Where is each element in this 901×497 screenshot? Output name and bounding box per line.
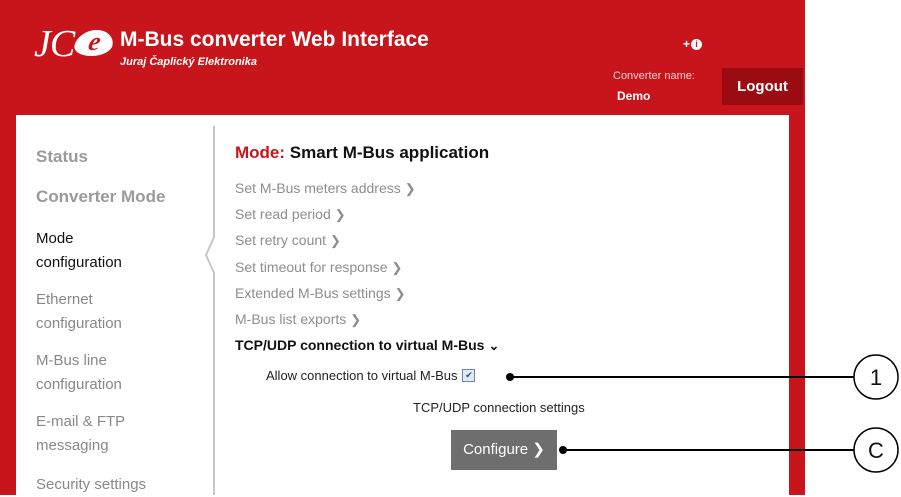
callout-marker-1: [853, 354, 899, 400]
chevron-right-icon: ❯: [532, 441, 545, 458]
chevron-down-icon: ⌄: [488, 338, 500, 353]
chevron-right-icon: ❯: [350, 312, 362, 327]
configure-button[interactable]: Configure ❯: [451, 430, 557, 470]
company-name: Juraj Čaplický Elektronika: [120, 56, 257, 68]
sidebar-item-mode-configuration[interactable]: Mode configuration: [36, 227, 122, 275]
content-panel: Status Converter Mode Mode configuration…: [16, 115, 789, 495]
section-tcp-udp-virtual-mbus[interactable]: TCP/UDP connection to virtual M-Bus ⌄: [235, 337, 499, 354]
chevron-right-icon: ❯: [334, 207, 346, 222]
main-panel: Mode: Smart M-Bus application Set M-Bus …: [235, 115, 775, 495]
logout-button[interactable]: Logout: [722, 68, 803, 105]
converter-name-label: Converter name:: [613, 70, 695, 82]
header: JC e M-Bus converter Web Interface Juraj …: [0, 0, 805, 115]
callout-label-c: C: [868, 438, 884, 463]
allow-connection-row: Allow connection to virtual M-Bus ✔: [266, 368, 476, 383]
sidebar-item-email-ftp-messaging[interactable]: E-mail & FTP messaging: [36, 410, 125, 458]
sidebar-item-mbus-line-configuration[interactable]: M-Bus line configuration: [36, 349, 122, 397]
app-title: M-Bus converter Web Interface: [120, 28, 429, 51]
chevron-right-icon: ❯: [394, 286, 406, 301]
sidebar-item-label: messaging: [36, 437, 109, 454]
sidebar-item-converter-mode[interactable]: Converter Mode: [36, 185, 165, 209]
sidebar: Status Converter Mode Mode configuration…: [16, 115, 214, 495]
active-item-notch: [204, 235, 220, 275]
link-set-retry-count[interactable]: Set retry count ❯: [235, 232, 341, 249]
allow-connection-checkbox[interactable]: ✔: [462, 369, 476, 382]
chevron-right-icon: ❯: [404, 181, 416, 196]
link-set-timeout[interactable]: Set timeout for response ❯: [235, 259, 402, 276]
callout-label-1: 1: [870, 365, 882, 390]
link-set-mbus-meters-address[interactable]: Set M-Bus meters address ❯: [235, 180, 416, 197]
info-icon[interactable]: + i: [683, 37, 703, 51]
link-extended-mbus-settings[interactable]: Extended M-Bus settings ❯: [235, 285, 406, 302]
tcp-udp-settings-label: TCP/UDP connection settings: [413, 400, 585, 415]
chevron-right-icon: ❯: [391, 260, 403, 275]
sidebar-divider: [213, 126, 215, 495]
chevron-right-icon: ❯: [330, 233, 341, 248]
sidebar-item-label: configuration: [36, 254, 122, 271]
link-mbus-list-exports[interactable]: M-Bus list exports ❯: [235, 311, 361, 328]
sidebar-item-label: E-mail & FTP: [36, 413, 126, 430]
link-set-read-period[interactable]: Set read period ❯: [235, 206, 346, 223]
callout-marker-c: [853, 427, 899, 473]
page-title: Mode: Smart M-Bus application: [235, 143, 490, 162]
jce-logo: JC e: [34, 24, 116, 64]
sidebar-item-security-settings[interactable]: Security settings: [36, 473, 146, 497]
allow-connection-label: Allow connection to virtual M-Bus: [266, 368, 458, 383]
sidebar-item-label: M-Bus line: [36, 352, 107, 369]
app-frame: JC e M-Bus converter Web Interface Juraj …: [0, 0, 805, 495]
sidebar-item-ethernet-configuration[interactable]: Ethernet configuration: [36, 288, 122, 336]
sidebar-item-label: configuration: [36, 376, 122, 393]
sidebar-item-label: Mode: [36, 230, 74, 247]
sidebar-item-label: Ethernet: [36, 291, 93, 308]
sidebar-item-label: configuration: [36, 315, 122, 332]
converter-name-value: Demo: [617, 89, 651, 103]
sidebar-item-status[interactable]: Status: [36, 145, 88, 169]
